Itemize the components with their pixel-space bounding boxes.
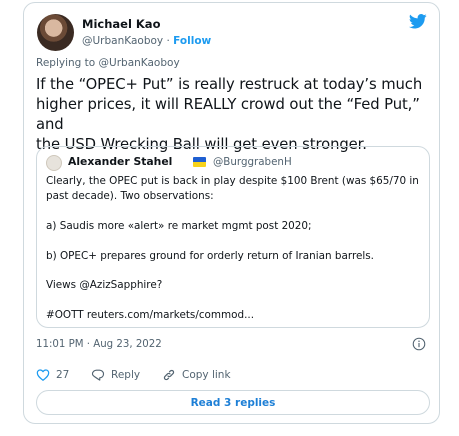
quote-line xyxy=(46,293,422,308)
handle-separator: · xyxy=(166,35,170,47)
quote-text: Clearly, the OPEC put is back in play de… xyxy=(46,174,422,323)
quote-author-name: Alexander Stahel xyxy=(68,155,173,168)
replying-to[interactable]: Replying to @UrbanKaoboy xyxy=(36,57,180,69)
quote-line: Clearly, the OPEC put is back in play de… xyxy=(46,175,419,187)
reply-button[interactable]: Reply xyxy=(91,368,140,382)
ukraine-flag-icon xyxy=(193,157,206,167)
tweet-line: higher prices, it will REALLY crowd out … xyxy=(36,96,420,133)
reply-bubble-icon xyxy=(91,369,105,381)
read-replies-button[interactable]: Read 3 replies xyxy=(36,390,430,415)
like-button[interactable]: 27 xyxy=(36,368,69,382)
quoted-tweet[interactable]: Alexander Stahel @BurggrabenH Clearly, t… xyxy=(36,146,430,328)
quote-line xyxy=(46,204,422,219)
quote-line xyxy=(46,234,422,249)
reply-label: Reply xyxy=(111,369,141,381)
quote-line: Views @AzizSapphire? xyxy=(46,279,163,292)
tweet-text: If the “OPEC+ Put” is really restruck at… xyxy=(36,75,432,155)
quote-author-avatar xyxy=(46,155,62,171)
quote-author-handle: @BurggrabenH xyxy=(213,156,292,168)
author-handle-row: @UrbanKaoboy · Follow xyxy=(82,35,211,47)
copy-link-button[interactable]: Copy link xyxy=(162,368,231,382)
quote-line: a) Saudis more «alert» re market mgmt po… xyxy=(46,219,312,232)
tweet-card: Michael Kao @UrbanKaoboy · Follow Replyi… xyxy=(23,2,440,424)
tweet-line: If the “OPEC+ Put” is really restruck at… xyxy=(36,76,423,93)
info-icon[interactable] xyxy=(412,337,426,351)
quote-line: b) OPEC+ prepares ground for orderly ret… xyxy=(46,249,374,262)
quote-line: #OOTT reuters.com/markets/commod... xyxy=(46,309,255,322)
author-name[interactable]: Michael Kao xyxy=(82,17,160,31)
author-handle[interactable]: @UrbanKaoboy xyxy=(82,35,163,47)
author-avatar[interactable] xyxy=(37,14,74,51)
copy-link-label: Copy link xyxy=(182,369,231,381)
quote-line xyxy=(46,263,422,278)
twitter-bird-icon[interactable] xyxy=(409,14,427,29)
follow-button[interactable]: Follow xyxy=(173,35,211,47)
tweet-timestamp[interactable]: 11:01 PM · Aug 23, 2022 xyxy=(36,339,162,350)
quote-line: past decade). Two observations: xyxy=(46,189,214,202)
link-icon xyxy=(163,369,175,381)
like-count: 27 xyxy=(56,369,70,381)
heart-icon xyxy=(36,369,50,381)
